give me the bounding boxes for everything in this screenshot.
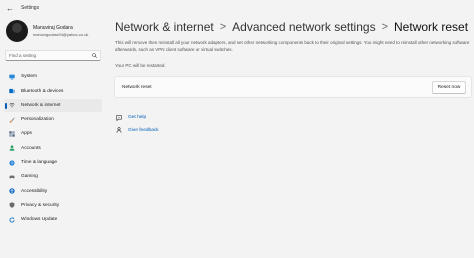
main-content: Network & internet > Advanced network se… (108, 16, 474, 258)
sidebar-item-label: Network & internet (21, 102, 61, 108)
sidebar-item-time-language[interactable]: Time & language (4, 156, 102, 170)
person-icon (9, 145, 15, 151)
restart-note: Your PC will be restarted. (115, 63, 166, 68)
sidebar-item-label: Windows Update (21, 217, 58, 223)
back-button[interactable]: ← (5, 3, 15, 13)
help-links: Get help Give feedback (116, 113, 159, 138)
breadcrumb-separator: > (381, 21, 389, 33)
sidebar-item-system[interactable]: System (4, 70, 102, 84)
sidebar-item-label: Bluetooth & devices (21, 88, 64, 94)
search-box[interactable] (5, 50, 101, 61)
reset-now-button[interactable]: Reset now (432, 81, 466, 94)
sidebar-item-network-internet[interactable]: Network & internet (4, 98, 102, 113)
get-help-link[interactable]: Get help (116, 113, 159, 122)
monitor-icon (9, 74, 15, 80)
help-chat-icon (116, 114, 122, 121)
sidebar-item-label: Apps (21, 131, 32, 137)
accessibility-icon (9, 188, 15, 194)
sidebar-item-privacy-security[interactable]: Privacy & security (4, 199, 102, 213)
sidebar-item-gaming[interactable]: Gaming (4, 170, 102, 184)
globe-clock-icon (9, 159, 15, 166)
give-feedback-label[interactable]: Give feedback (128, 128, 159, 133)
search-icon[interactable] (92, 53, 97, 58)
sidebar-nav: System Bluetooth & devices Network & int… (4, 70, 102, 227)
page-title: Network reset (394, 20, 469, 34)
feedback-icon (116, 127, 122, 133)
get-help-label[interactable]: Get help (128, 115, 146, 120)
sidebar-item-label: Time & language (21, 160, 58, 166)
give-feedback-link[interactable]: Give feedback (116, 126, 159, 135)
breadcrumb: Network & internet > Advanced network se… (115, 20, 468, 34)
network-reset-label: Network reset (122, 85, 152, 90)
sidebar: Manuviraj Godara manuvigodara94@yahoo.co… (0, 16, 108, 258)
reset-description: This will remove then reinstall all your… (115, 40, 470, 52)
wifi-icon (9, 103, 15, 108)
network-reset-card: Network reset Reset now (114, 76, 472, 98)
profile-name: Manuviraj Godara (33, 25, 73, 31)
sidebar-item-windows-update[interactable]: Windows Update (4, 213, 102, 227)
profile-email: manuvigodara94@yahoo.co.uk (33, 32, 89, 37)
update-icon (9, 217, 15, 223)
title-bar: ← Settings (0, 0, 474, 16)
sidebar-item-label: Personalization (21, 117, 54, 123)
shield-icon (9, 202, 15, 209)
sidebar-item-label: Accounts (21, 145, 41, 151)
sidebar-item-label: Accessibility (21, 188, 48, 194)
sidebar-item-label: System (21, 74, 37, 80)
sidebar-item-bluetooth-devices[interactable]: Bluetooth & devices (4, 84, 102, 98)
avatar (6, 20, 28, 42)
sidebar-item-accounts[interactable]: Accounts (4, 141, 102, 155)
breadcrumb-item-network-internet[interactable]: Network & internet (115, 20, 214, 34)
breadcrumb-item-advanced-network-settings[interactable]: Advanced network settings (232, 20, 375, 34)
bluetooth-icon (9, 88, 15, 94)
sidebar-item-apps[interactable]: Apps (4, 127, 102, 141)
apps-icon (9, 131, 15, 137)
back-arrow-icon: ← (6, 3, 14, 13)
breadcrumb-separator: > (219, 21, 227, 33)
user-profile[interactable]: Manuviraj Godara manuvigodara94@yahoo.co… (6, 20, 106, 42)
search-input[interactable] (9, 51, 89, 60)
sidebar-item-personalization[interactable]: Personalization (4, 113, 102, 127)
sidebar-item-label: Privacy & security (21, 202, 60, 208)
brush-icon (9, 117, 15, 123)
controller-icon (9, 175, 15, 179)
sidebar-item-accessibility[interactable]: Accessibility (4, 184, 102, 198)
sidebar-item-label: Gaming (21, 174, 38, 180)
app-title: Settings (21, 5, 40, 11)
